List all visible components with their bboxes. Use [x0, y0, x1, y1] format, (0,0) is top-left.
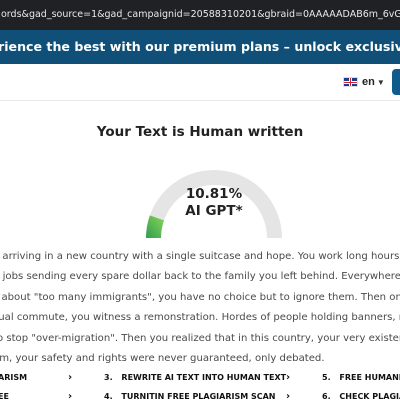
tool-link-humanizer[interactable]: 5. FREE HUMANIZ — [322, 373, 400, 387]
tool-link-summarizer[interactable]: ARISM › — [0, 372, 72, 387]
tool-label: ARISM — [0, 373, 28, 382]
chevron-down-icon: ▼ — [376, 77, 385, 87]
promo-banner[interactable]: rience the best with our premium plans –… — [0, 30, 400, 64]
tool-link-rewrite[interactable]: 3. REWRITE AI TEXT INTO HUMAN TEXT › — [104, 372, 290, 387]
text-line: sual commute, you witness a remonstratio… — [0, 312, 400, 324]
promo-text: rience the best with our premium plans –… — [0, 39, 400, 54]
ai-label: AI GPT* — [185, 203, 243, 219]
text-line: d jobs sending every spare dollar back t… — [0, 271, 400, 283]
tool-link-turnitin[interactable]: 4. TURNITIN FREE PLAGIARISM SCAN › — [104, 391, 290, 406]
header-action-button[interactable] — [392, 69, 400, 95]
analyzed-text: e arriving in a new country with a singl… — [0, 247, 400, 369]
tool-link-plagiarism[interactable]: 6. CHECK PLAGIA — [322, 392, 400, 406]
chevron-right-icon: › — [286, 391, 291, 402]
text-line: em, your safety and rights were never gu… — [0, 352, 325, 364]
tool-label: REWRITE AI TEXT INTO HUMAN TEXT — [121, 373, 287, 382]
language-selector[interactable]: en ▼ — [343, 74, 385, 90]
address-bar[interactable]: ords&gad_source=1&gad_campaignid=2058831… — [0, 0, 400, 30]
tool-number: 3. — [104, 373, 113, 382]
tool-number: 5. — [322, 373, 331, 382]
chevron-right-icon: › — [68, 391, 73, 402]
ai-percent: 10.81% — [185, 186, 243, 202]
result-title: Your Text is Human written — [96, 124, 304, 140]
site-header: en ▼ — [0, 64, 400, 101]
tool-label: FREE HUMANIZ — [339, 373, 400, 382]
chevron-right-icon: › — [68, 372, 73, 383]
text-line: to stop "over-migration". Then you reali… — [0, 332, 400, 344]
text-line: e arriving in a new country with a singl… — [0, 251, 400, 262]
url-text: ords&gad_source=1&gad_campaignid=2058831… — [1, 9, 400, 20]
tool-link-free[interactable]: EE › — [0, 391, 72, 406]
uk-flag-icon — [343, 77, 358, 87]
language-code: en — [362, 76, 375, 88]
text-line: s about "too many immigrants", you have … — [0, 291, 400, 303]
chevron-right-icon: › — [286, 372, 291, 383]
